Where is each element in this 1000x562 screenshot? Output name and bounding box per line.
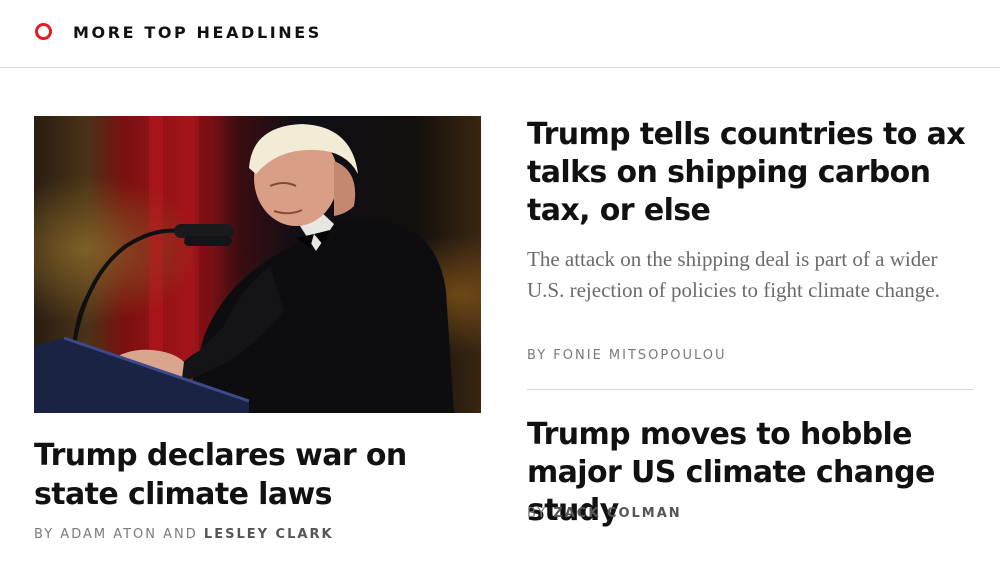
- byline-conjunction: AND: [163, 527, 198, 542]
- section-header: MORE TOP HEADLINES: [0, 0, 1000, 68]
- ring-icon: [35, 23, 52, 40]
- byline-prefix: BY: [34, 527, 55, 542]
- byline-prefix: BY: [527, 348, 548, 363]
- story-headline[interactable]: Trump tells countries to ax talks on shi…: [527, 116, 977, 230]
- author-link[interactable]: ADAM ATON: [60, 527, 157, 542]
- author-link[interactable]: FONIE MITSOPOULOU: [553, 348, 726, 363]
- author-link[interactable]: LESLEY CLARK: [204, 527, 334, 542]
- story-dek: The attack on the shipping deal is part …: [527, 247, 940, 302]
- lead-story-headline[interactable]: Trump declares war on state climate laws: [34, 436, 474, 514]
- lead-story-byline: BY ADAM ATON AND LESLEY CLARK: [34, 527, 334, 542]
- story-byline: BY FONIE MITSOPOULOU: [527, 348, 727, 363]
- author-link[interactable]: ZACK COLMAN: [553, 506, 681, 521]
- lead-story-image[interactable]: [34, 116, 481, 413]
- story-divider: [527, 389, 973, 390]
- section-title: MORE TOP HEADLINES: [73, 23, 322, 42]
- story-byline: BY ZACK COLMAN: [527, 506, 682, 521]
- byline-prefix: BY: [527, 506, 548, 521]
- photo-illustration: [34, 116, 481, 413]
